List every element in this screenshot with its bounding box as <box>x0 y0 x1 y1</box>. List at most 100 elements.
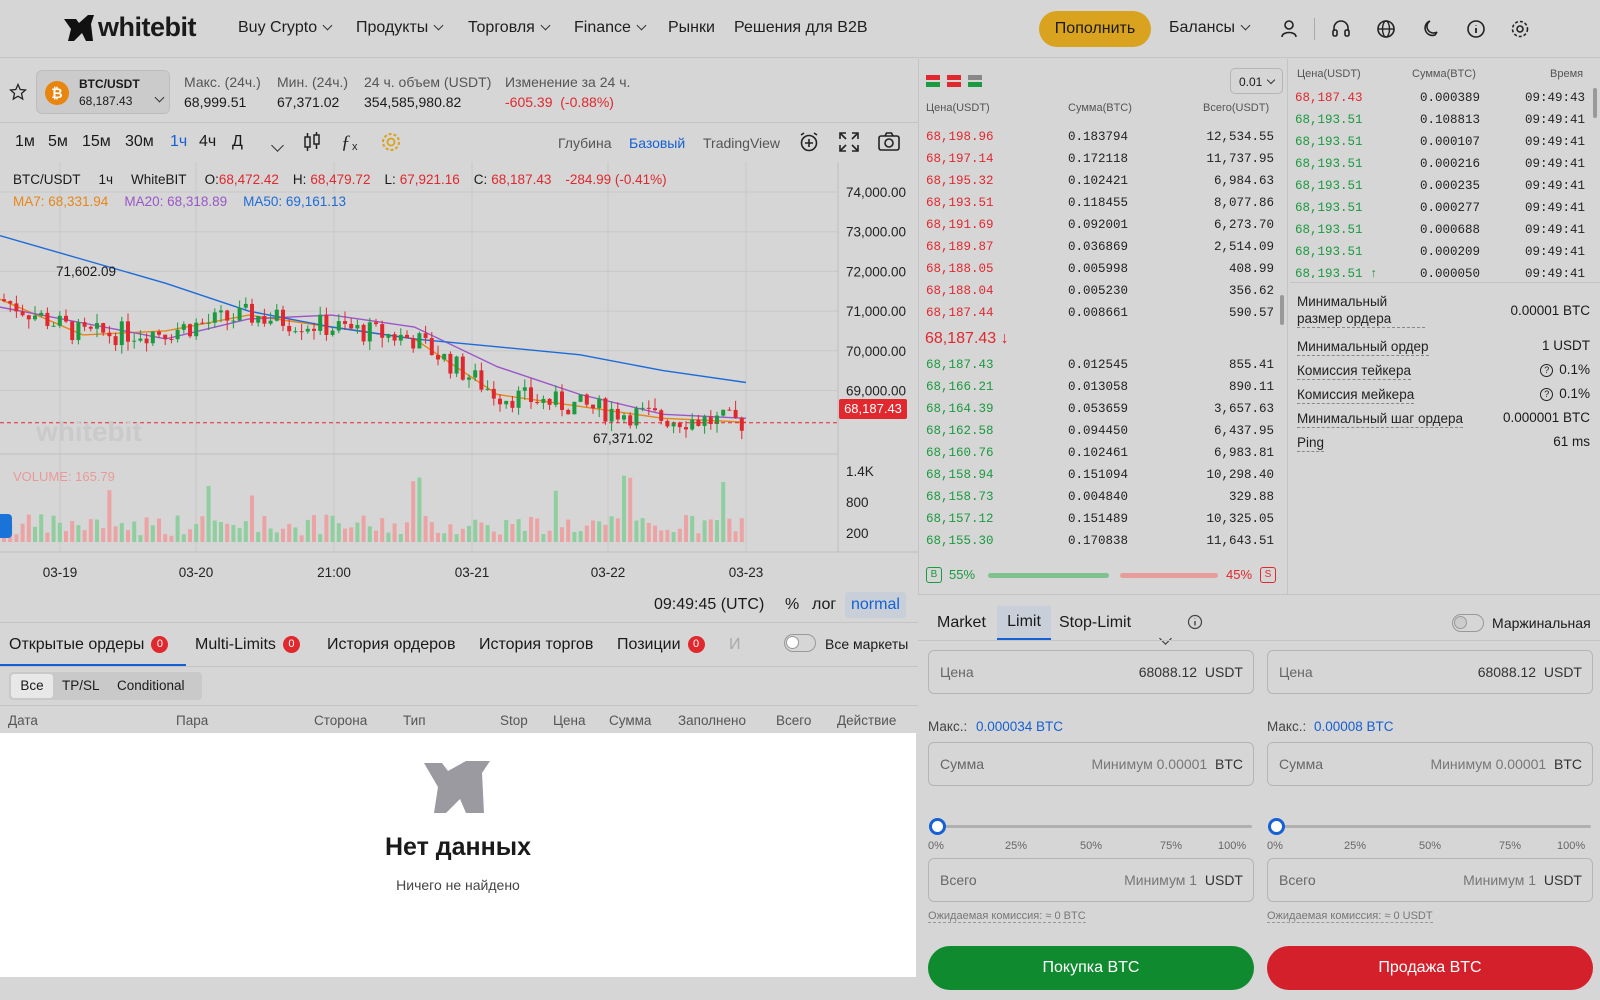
view-tradingview[interactable]: TradingView <box>703 135 780 151</box>
ob-row[interactable]: 68,188.05 0.005998 408.99 <box>924 259 1280 281</box>
star-icon[interactable] <box>9 83 27 101</box>
camera-icon[interactable] <box>877 131 901 153</box>
ob-row[interactable]: 68,187.43 0.012545 855.41 <box>924 355 1280 377</box>
whitebit-logo-icon[interactable] <box>62 13 96 45</box>
nav-finance[interactable]: Finance <box>574 19 647 37</box>
tab-open-orders[interactable]: Открытые ордеры 0 <box>9 636 169 655</box>
sell-total-field[interactable]: Всего Минимум 1 USDT <box>1267 858 1593 902</box>
sell-button[interactable]: Продажа BTC <box>1267 946 1593 990</box>
ob-row[interactable]: 68,189.87 0.036869 2,514.09 <box>924 237 1280 259</box>
tab-positions[interactable]: Позиции 0 <box>617 636 705 655</box>
view-depth[interactable]: Глубина <box>558 135 611 151</box>
filter-tpsl[interactable]: TP/SL <box>62 678 100 693</box>
timeframe-15m[interactable]: 15м <box>82 133 111 151</box>
tab-trade-history[interactable]: История торгов <box>479 636 593 654</box>
ob-row[interactable]: 68,162.58 0.094450 6,437.95 <box>924 421 1280 443</box>
ob-row[interactable]: 68,155.30 0.170838 11,643.51 <box>924 531 1280 553</box>
chevron-down-icon[interactable] <box>271 139 284 152</box>
ob-row[interactable]: 68,195.32 0.102421 6,984.63 <box>924 171 1280 193</box>
percent-scale-toggle[interactable]: % <box>785 596 799 614</box>
nav-markets[interactable]: Рынки <box>668 19 715 37</box>
buy-max-value[interactable]: 0.000034 BTC <box>976 719 1063 734</box>
buy-slider-handle[interactable] <box>929 818 946 835</box>
orderbook-layout-icons[interactable] <box>926 73 982 89</box>
x-tick-label: 03-20 <box>179 565 214 580</box>
ob-row[interactable]: 68,187.44 0.008661 590.57 <box>924 303 1280 325</box>
nav-products[interactable]: Продукты <box>356 19 444 37</box>
buy-total-field[interactable]: Всего Минимум 1 USDT <box>928 858 1254 902</box>
timeframe-day[interactable]: Д <box>232 133 243 151</box>
precision-select[interactable]: 0.01 <box>1230 68 1283 94</box>
timeframe-1h[interactable]: 1ч <box>170 133 187 151</box>
alarm-add-icon[interactable] <box>798 131 820 153</box>
log-scale-toggle[interactable]: лог <box>812 596 836 614</box>
volume-bar <box>70 521 75 542</box>
ob-row[interactable]: 68,157.12 0.151489 10,325.05 <box>924 509 1280 531</box>
tab-multi-limits[interactable]: Multi-Limits 0 <box>195 636 300 655</box>
ob-row[interactable]: 68,166.21 0.013058 890.11 <box>924 377 1280 399</box>
filter-all[interactable]: Все <box>11 674 53 698</box>
chart-side-handle[interactable] <box>0 514 12 538</box>
deposit-button[interactable]: Пополнить <box>1039 11 1151 47</box>
info-icon[interactable] <box>1465 18 1487 40</box>
ob-row[interactable]: 68,158.73 0.004840 329.88 <box>924 487 1280 509</box>
buy-amount-field[interactable]: Сумма Минимум 0.00001 BTC <box>928 742 1254 786</box>
info-icon[interactable] <box>1187 614 1203 630</box>
buy-slider-track[interactable] <box>938 825 1252 828</box>
normal-scale-toggle[interactable]: normal <box>845 592 906 618</box>
sell-slider-track[interactable] <box>1277 825 1591 828</box>
trades-scrollbar[interactable] <box>1593 88 1597 118</box>
sell-slider-handle[interactable] <box>1268 818 1285 835</box>
filter-conditional[interactable]: Conditional <box>117 678 185 693</box>
ob-row[interactable]: 68,197.14 0.172118 11,737.95 <box>924 149 1280 171</box>
all-markets-toggle[interactable] <box>784 634 816 652</box>
ob-total: 10,325.05 <box>1206 512 1274 526</box>
headset-icon[interactable] <box>1330 18 1352 40</box>
nav-trading[interactable]: Торговля <box>468 19 551 37</box>
tab-order-history[interactable]: История ордеров <box>327 636 455 654</box>
form-tab-market[interactable]: Market <box>937 614 986 632</box>
timeframe-4h[interactable]: 4ч <box>199 133 216 151</box>
form-tab-limit[interactable]: Limit <box>997 606 1051 640</box>
nav-b2b[interactable]: Решения для B2B <box>734 19 868 37</box>
candles-icon[interactable] <box>302 131 322 153</box>
ob-row[interactable]: 68,191.69 0.092001 6,273.70 <box>924 215 1280 237</box>
ob-scrollbar[interactable] <box>1280 295 1284 325</box>
fullscreen-icon[interactable] <box>838 131 860 153</box>
timeframe-30m[interactable]: 30м <box>125 133 154 151</box>
chart-canvas[interactable]: 74,000.00 73,000.00 72,000.00 71,000.00 70,0… <box>0 162 918 588</box>
price-chart[interactable]: 74,000.00 73,000.00 72,000.00 71,000.00 70,0… <box>0 162 918 588</box>
timeframe-1m[interactable]: 1м <box>15 133 35 151</box>
question-icon[interactable]: ? <box>1540 364 1554 377</box>
margin-toggle[interactable] <box>1452 614 1484 632</box>
sell-amount-field[interactable]: Сумма Минимум 0.00001 BTC <box>1267 742 1593 786</box>
moon-icon[interactable] <box>1420 18 1442 40</box>
balances-dropdown[interactable]: Балансы <box>1169 19 1251 37</box>
buy-button[interactable]: Покупка BTC <box>928 946 1254 990</box>
ob-row[interactable]: 68,198.96 0.183794 12,534.55 <box>924 127 1280 149</box>
pair-selector[interactable]: ₿ BTC/USDT 68,187.43 <box>36 70 170 114</box>
user-icon[interactable] <box>1278 18 1300 40</box>
ob-row[interactable]: 68,160.76 0.102461 6,983.81 <box>924 443 1280 465</box>
ob-row[interactable]: 68,188.04 0.005230 356.62 <box>924 281 1280 303</box>
legend-high: 68,479.72 <box>310 172 371 187</box>
chevron-down-icon[interactable] <box>1159 632 1172 645</box>
nav-buy-crypto[interactable]: Buy Crypto <box>238 19 333 37</box>
ob-row[interactable]: 68,164.39 0.053659 3,657.63 <box>924 399 1280 421</box>
tab-more[interactable]: И <box>729 636 741 654</box>
settings-gear-icon[interactable] <box>1509 18 1531 40</box>
ob-row[interactable]: 68,193.51 0.118455 8,077.86 <box>924 193 1280 215</box>
view-basic[interactable]: Базовый <box>629 135 685 151</box>
field-label: Сумма <box>1279 756 1323 772</box>
brand-name[interactable]: whitebit <box>98 12 197 43</box>
chart-settings-gear-icon[interactable] <box>380 131 402 153</box>
buy-price-field[interactable]: Цена 68088.12 USDT <box>928 650 1254 694</box>
globe-icon[interactable] <box>1375 18 1397 40</box>
question-icon[interactable]: ? <box>1540 388 1554 401</box>
sell-price-field[interactable]: Цена 68088.12 USDT <box>1267 650 1593 694</box>
ob-row[interactable]: 68,158.94 0.151094 10,298.40 <box>924 465 1280 487</box>
form-tab-stop-limit[interactable]: Stop-Limit <box>1059 614 1131 632</box>
indicators-fx-icon[interactable]: ƒx <box>340 130 366 154</box>
timeframe-5m[interactable]: 5м <box>48 133 68 151</box>
sell-max-value[interactable]: 0.00008 BTC <box>1314 719 1394 734</box>
